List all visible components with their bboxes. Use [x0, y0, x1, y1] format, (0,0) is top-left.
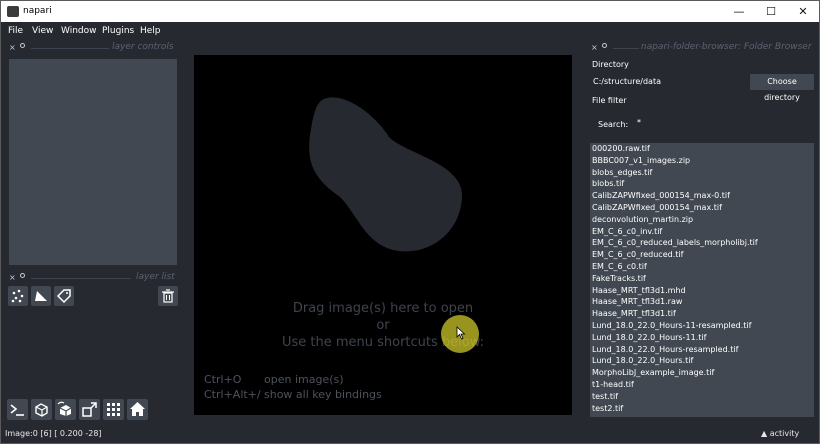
home-icon — [130, 402, 145, 416]
folder-browser-title: napari-folder-browser: Folder Browser — [641, 42, 812, 52]
dock-splitter[interactable] — [575, 39, 581, 423]
file-list-item[interactable]: EM_C_6_c0_reduced.tif — [592, 250, 683, 259]
file-list-item[interactable]: test.tif — [592, 392, 618, 401]
file-list-item[interactable]: EM_C_6_c0_inv.tif — [592, 227, 662, 236]
close-button[interactable]: ✕ — [787, 1, 819, 22]
menu-bar: File View Window Plugins Help — [1, 22, 819, 39]
shortcut-keys: Ctrl+O — [204, 373, 242, 386]
file-list-item[interactable]: CalibZAPWfixed_000154_max.tif — [592, 203, 722, 212]
napari-logo-icon — [7, 6, 19, 17]
layer-controls-panel — [9, 59, 177, 265]
header-divider — [31, 48, 109, 49]
transpose-icon — [82, 402, 97, 417]
activity-button[interactable]: ▲ activity — [761, 429, 799, 438]
welcome-drag-text: Drag image(s) here to open — [292, 301, 474, 316]
file-list-item[interactable]: EM_C_6_c0_reduced_labels_morpholibj.tif — [592, 238, 758, 247]
file-list-item[interactable]: blobs.tif — [592, 179, 624, 188]
search-label: Search: — [598, 120, 629, 129]
file-list-item[interactable]: CalibZAPWfixed_000154_max-0.tif — [592, 191, 730, 200]
header-divider — [613, 48, 639, 49]
status-bar: Image:0 [6] [ 0.200 -28] ▲ activity — [1, 425, 819, 443]
file-list-item[interactable]: test2.tif — [592, 404, 623, 413]
file-list-item[interactable]: EM_C_6_c0.tif — [592, 262, 647, 271]
file-list-item[interactable]: BBBC007_v1_images.zip — [592, 156, 690, 165]
file-list[interactable]: 000200.raw.tif BBBC007_v1_images.zipblobs… — [590, 143, 814, 417]
header-divider — [31, 278, 131, 279]
roll-dims-button[interactable] — [55, 399, 76, 420]
choose-directory-button[interactable]: Choose directory — [750, 74, 814, 102]
folder-browser-header: × napari-folder-browser: Folder Browser — [591, 42, 813, 56]
napari-welcome-logo — [309, 97, 462, 252]
float-dock-icon[interactable] — [20, 273, 25, 278]
float-dock-icon[interactable] — [602, 43, 607, 48]
new-labels-button[interactable] — [54, 286, 74, 306]
layer-list-title: layer list — [136, 272, 175, 282]
shortcut-desc: open image(s) — [264, 373, 344, 386]
search-input[interactable]: * — [633, 116, 807, 132]
layer-list-panel — [9, 311, 177, 396]
file-list-item[interactable]: t1-head.tif — [592, 380, 634, 389]
new-shapes-button[interactable] — [31, 286, 51, 306]
shortcut-keys: Ctrl+Alt+/ — [204, 388, 261, 401]
close-dock-icon[interactable]: × — [591, 43, 598, 52]
file-list-item[interactable]: Lund_18.0_22.0_Hours-11-resampled.tif — [592, 321, 751, 330]
close-dock-icon[interactable]: × — [9, 43, 16, 52]
menu-help[interactable]: Help — [140, 26, 161, 36]
transpose-button[interactable] — [79, 399, 100, 420]
file-list-item[interactable]: Haase_MRT_tfl3d1.raw — [592, 297, 682, 306]
search-row: Search: * — [591, 116, 807, 132]
menu-view[interactable]: View — [32, 26, 53, 36]
status-text: Image:0 [6] [ 0.200 -28] — [5, 429, 102, 438]
home-button[interactable] — [127, 399, 148, 420]
ndisplay-3d-icon — [35, 403, 48, 417]
file-list-item[interactable]: MorphoLibJ_example_image.tif — [592, 368, 714, 377]
directory-field[interactable]: C:/structure/data — [591, 75, 746, 90]
console-button[interactable] — [7, 399, 28, 420]
file-list-item[interactable]: Lund_18.0_22.0_Hours-11.tif — [592, 333, 706, 342]
file-list-item[interactable]: blobs_edges.tif — [592, 168, 652, 177]
napari-window: napari — ☐ ✕ File View Window Plugins He… — [0, 0, 820, 444]
layer-controls-title: layer controls — [112, 42, 174, 52]
mouse-cursor-icon — [456, 326, 466, 340]
welcome-or-text: or — [376, 318, 390, 333]
layer-list-header: × layer list — [9, 272, 175, 286]
delete-layer-button[interactable] — [158, 286, 178, 306]
new-points-icon — [11, 289, 24, 303]
shortcut-desc: show all key bindings — [264, 388, 382, 401]
directory-label: Directory — [592, 60, 629, 69]
welcome-shortcuts-text: Use the menu shortcuts below: — [281, 335, 485, 350]
file-list-item[interactable]: Haase_MRT_tfl3d1.tif — [592, 309, 676, 318]
title-bar: napari — ☐ ✕ — [1, 1, 819, 22]
new-shapes-icon — [35, 291, 47, 301]
file-list-item[interactable]: 000200.raw.tif — [592, 144, 650, 153]
file-list-item[interactable]: FakeTracks.tif — [592, 274, 646, 283]
grid-icon — [107, 403, 120, 416]
ndisplay-button[interactable] — [31, 399, 52, 420]
menu-file[interactable]: File — [8, 26, 23, 36]
layer-controls-header: × layer controls — [9, 42, 175, 56]
window-title: napari — [23, 6, 52, 16]
delete-layer-icon — [162, 289, 174, 303]
float-dock-icon[interactable] — [20, 43, 25, 48]
menu-window[interactable]: Window — [61, 26, 97, 36]
new-points-button[interactable] — [8, 286, 28, 306]
file-filter-label: File filter — [592, 96, 627, 105]
file-list-item[interactable]: Haase_MRT_tfl3d1.mhd — [592, 286, 686, 295]
close-dock-icon[interactable]: × — [9, 273, 16, 282]
new-labels-icon — [56, 289, 71, 304]
viewer-canvas[interactable]: Drag image(s) here to open or Use the me… — [194, 55, 572, 415]
maximize-button[interactable]: ☐ — [755, 1, 787, 22]
file-list-item[interactable]: Lund_18.0_22.0_Hours.tif — [592, 356, 693, 365]
file-list-item[interactable]: deconvolution_martin.zip — [592, 215, 693, 224]
roll-dims-icon — [57, 401, 72, 416]
minimize-button[interactable]: — — [723, 1, 755, 22]
menu-plugins[interactable]: Plugins — [102, 26, 134, 36]
console-icon — [10, 404, 24, 416]
file-list-item[interactable]: Lund_18.0_22.0_Hours-resampled.tif — [592, 345, 738, 354]
grid-view-button[interactable] — [103, 399, 124, 420]
